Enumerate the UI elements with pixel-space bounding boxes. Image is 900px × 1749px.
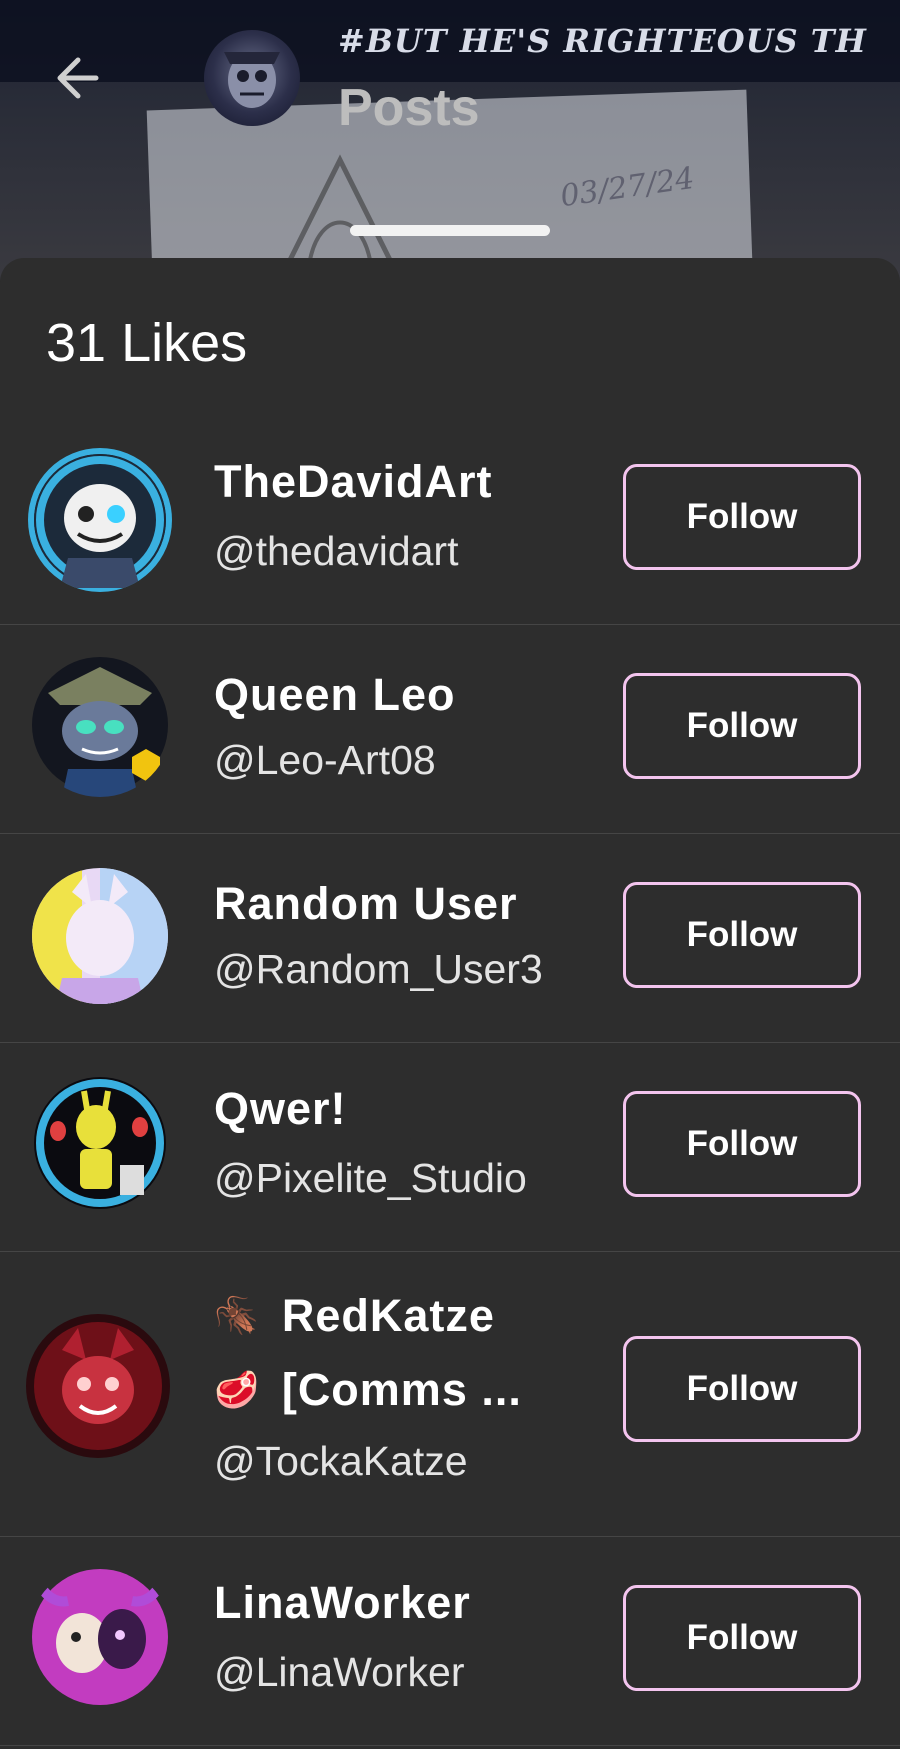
avatar[interactable] bbox=[28, 1071, 172, 1215]
user-name[interactable]: Qwer! bbox=[214, 1083, 347, 1135]
follow-button[interactable]: Follow bbox=[623, 1585, 861, 1691]
user-handle: @Leo-Art08 bbox=[214, 737, 436, 783]
user-handle: @LinaWorker bbox=[214, 1649, 465, 1695]
user-name[interactable]: Queen Leo bbox=[214, 669, 456, 721]
avatar[interactable] bbox=[28, 653, 172, 797]
user-handle: @Random_User3 bbox=[214, 946, 543, 992]
list-item[interactable]: 🪳 RedKatze 🥩 [Comms ... @TockaKatze Foll… bbox=[0, 1252, 900, 1537]
background-doodle bbox=[287, 154, 393, 262]
list-item[interactable]: LinaWorker @LinaWorker Follow bbox=[0, 1537, 900, 1746]
list-item[interactable]: Random User @Random_User3 Follow bbox=[0, 834, 900, 1043]
list-item[interactable]: Qwer! @Pixelite_Studio Follow bbox=[0, 1043, 900, 1252]
post-header-background: 03/27/24 #BUT HE'S RIGHTEOUS TH Posts bbox=[0, 0, 900, 280]
sheet-drag-handle[interactable] bbox=[350, 225, 550, 236]
user-name[interactable]: LinaWorker bbox=[214, 1577, 471, 1629]
list-item[interactable]: Queen Leo @Leo-Art08 Follow bbox=[0, 625, 900, 834]
list-item[interactable]: TheDavidArt @thedavidart Follow bbox=[0, 416, 900, 625]
follow-button[interactable]: Follow bbox=[623, 1091, 861, 1197]
user-handle: @thedavidart bbox=[214, 528, 459, 574]
avatar[interactable] bbox=[28, 1565, 172, 1709]
cockroach-emoji-icon: 🪳 bbox=[214, 1295, 260, 1336]
back-arrow-icon[interactable] bbox=[48, 50, 104, 106]
user-name[interactable]: RedKatze bbox=[282, 1290, 495, 1342]
meat-emoji-icon: 🥩 bbox=[214, 1369, 260, 1410]
follow-button[interactable]: Follow bbox=[623, 464, 861, 570]
author-avatar[interactable] bbox=[204, 30, 300, 126]
user-name[interactable]: Random User bbox=[214, 878, 518, 930]
user-handle: @TockaKatze bbox=[214, 1438, 468, 1484]
user-name-continued[interactable]: [Comms ... bbox=[282, 1364, 522, 1416]
avatar[interactable] bbox=[22, 1310, 174, 1462]
follow-button[interactable]: Follow bbox=[623, 673, 861, 779]
page-title: Posts bbox=[338, 79, 480, 137]
user-name[interactable]: TheDavidArt bbox=[214, 456, 493, 508]
user-handle: @Pixelite_Studio bbox=[214, 1155, 527, 1201]
avatar[interactable] bbox=[28, 448, 172, 592]
follow-button[interactable]: Follow bbox=[623, 1336, 861, 1442]
user-name-line-1[interactable]: 🪳 RedKatze bbox=[214, 1290, 495, 1342]
follow-button[interactable]: Follow bbox=[623, 882, 861, 988]
user-name-line-2[interactable]: 🥩 [Comms ... bbox=[214, 1364, 522, 1416]
avatar[interactable] bbox=[32, 868, 168, 1004]
likes-count: 31 Likes bbox=[46, 313, 248, 373]
banner-text: #BUT HE'S RIGHTEOUS TH bbox=[338, 22, 867, 60]
